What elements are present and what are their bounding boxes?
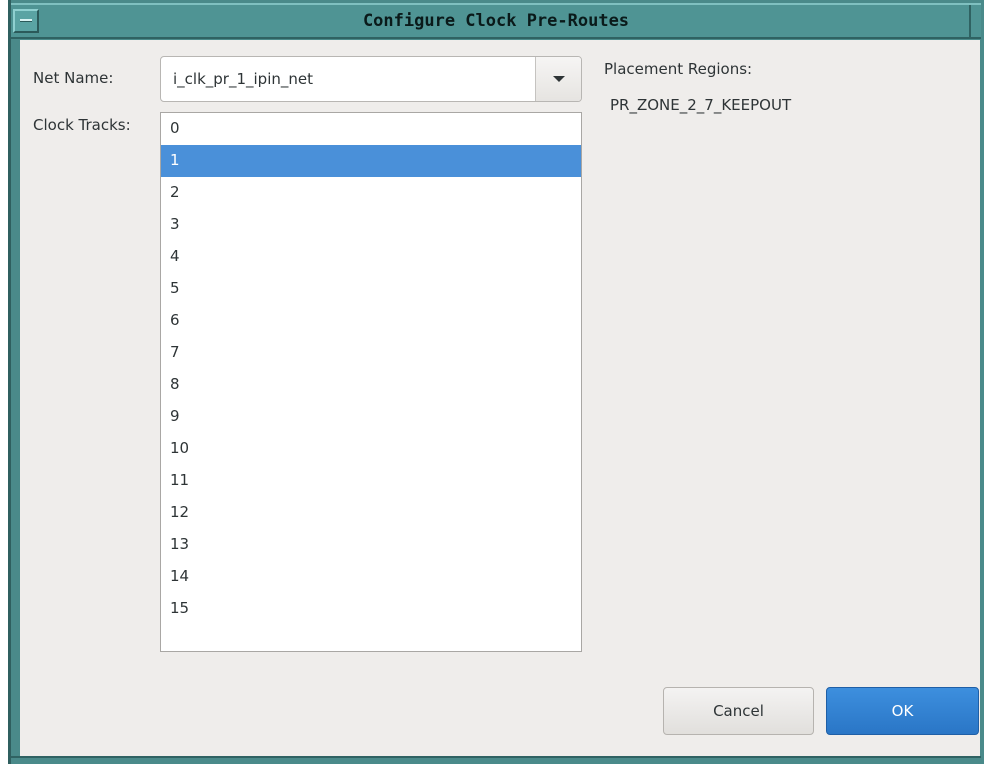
clock-track-item[interactable]: 1 <box>161 145 581 177</box>
clock-track-item[interactable]: 5 <box>161 273 581 305</box>
chevron-down-icon <box>553 76 565 82</box>
clock-track-item[interactable]: 0 <box>161 113 581 145</box>
net-name-value: i_clk_pr_1_ipin_net <box>173 70 313 88</box>
clock-track-item[interactable]: 14 <box>161 561 581 593</box>
clock-track-item[interactable]: 4 <box>161 241 581 273</box>
clock-track-item[interactable]: 2 <box>161 177 581 209</box>
clock-track-item[interactable]: 12 <box>161 497 581 529</box>
window-frame-bottom <box>11 756 981 764</box>
net-name-dropdown[interactable]: i_clk_pr_1_ipin_net <box>160 56 582 102</box>
ok-button[interactable]: OK <box>826 687 979 735</box>
net-name-label: Net Name: <box>33 69 114 87</box>
clock-tracks-list[interactable]: 0 1 2 3 4 5 6 7 8 9 10 11 12 13 14 15 <box>160 112 582 652</box>
clock-track-item[interactable]: 15 <box>161 593 581 625</box>
dropdown-button[interactable] <box>535 57 581 101</box>
clock-track-item[interactable]: 3 <box>161 209 581 241</box>
clock-track-item[interactable]: 6 <box>161 305 581 337</box>
title-bar[interactable]: Configure Clock Pre-Routes <box>11 3 981 39</box>
placement-regions-label: Placement Regions: <box>604 60 753 78</box>
clock-track-item[interactable]: 8 <box>161 369 581 401</box>
window-title: Configure Clock Pre-Routes <box>362 11 630 31</box>
title-bar-edge <box>969 5 971 37</box>
dialog-content: Net Name: i_clk_pr_1_ipin_net Clock Trac… <box>20 40 980 756</box>
clock-tracks-label: Clock Tracks: <box>33 116 131 134</box>
clock-track-item[interactable]: 11 <box>161 465 581 497</box>
cancel-button[interactable]: Cancel <box>663 687 814 735</box>
placement-region-item[interactable]: PR_ZONE_2_7_KEEPOUT <box>610 96 791 114</box>
clock-track-item[interactable]: 9 <box>161 401 581 433</box>
clock-track-item[interactable]: 7 <box>161 337 581 369</box>
window-frame-left <box>8 0 11 764</box>
clock-track-item[interactable]: 10 <box>161 433 581 465</box>
clock-track-item[interactable]: 13 <box>161 529 581 561</box>
